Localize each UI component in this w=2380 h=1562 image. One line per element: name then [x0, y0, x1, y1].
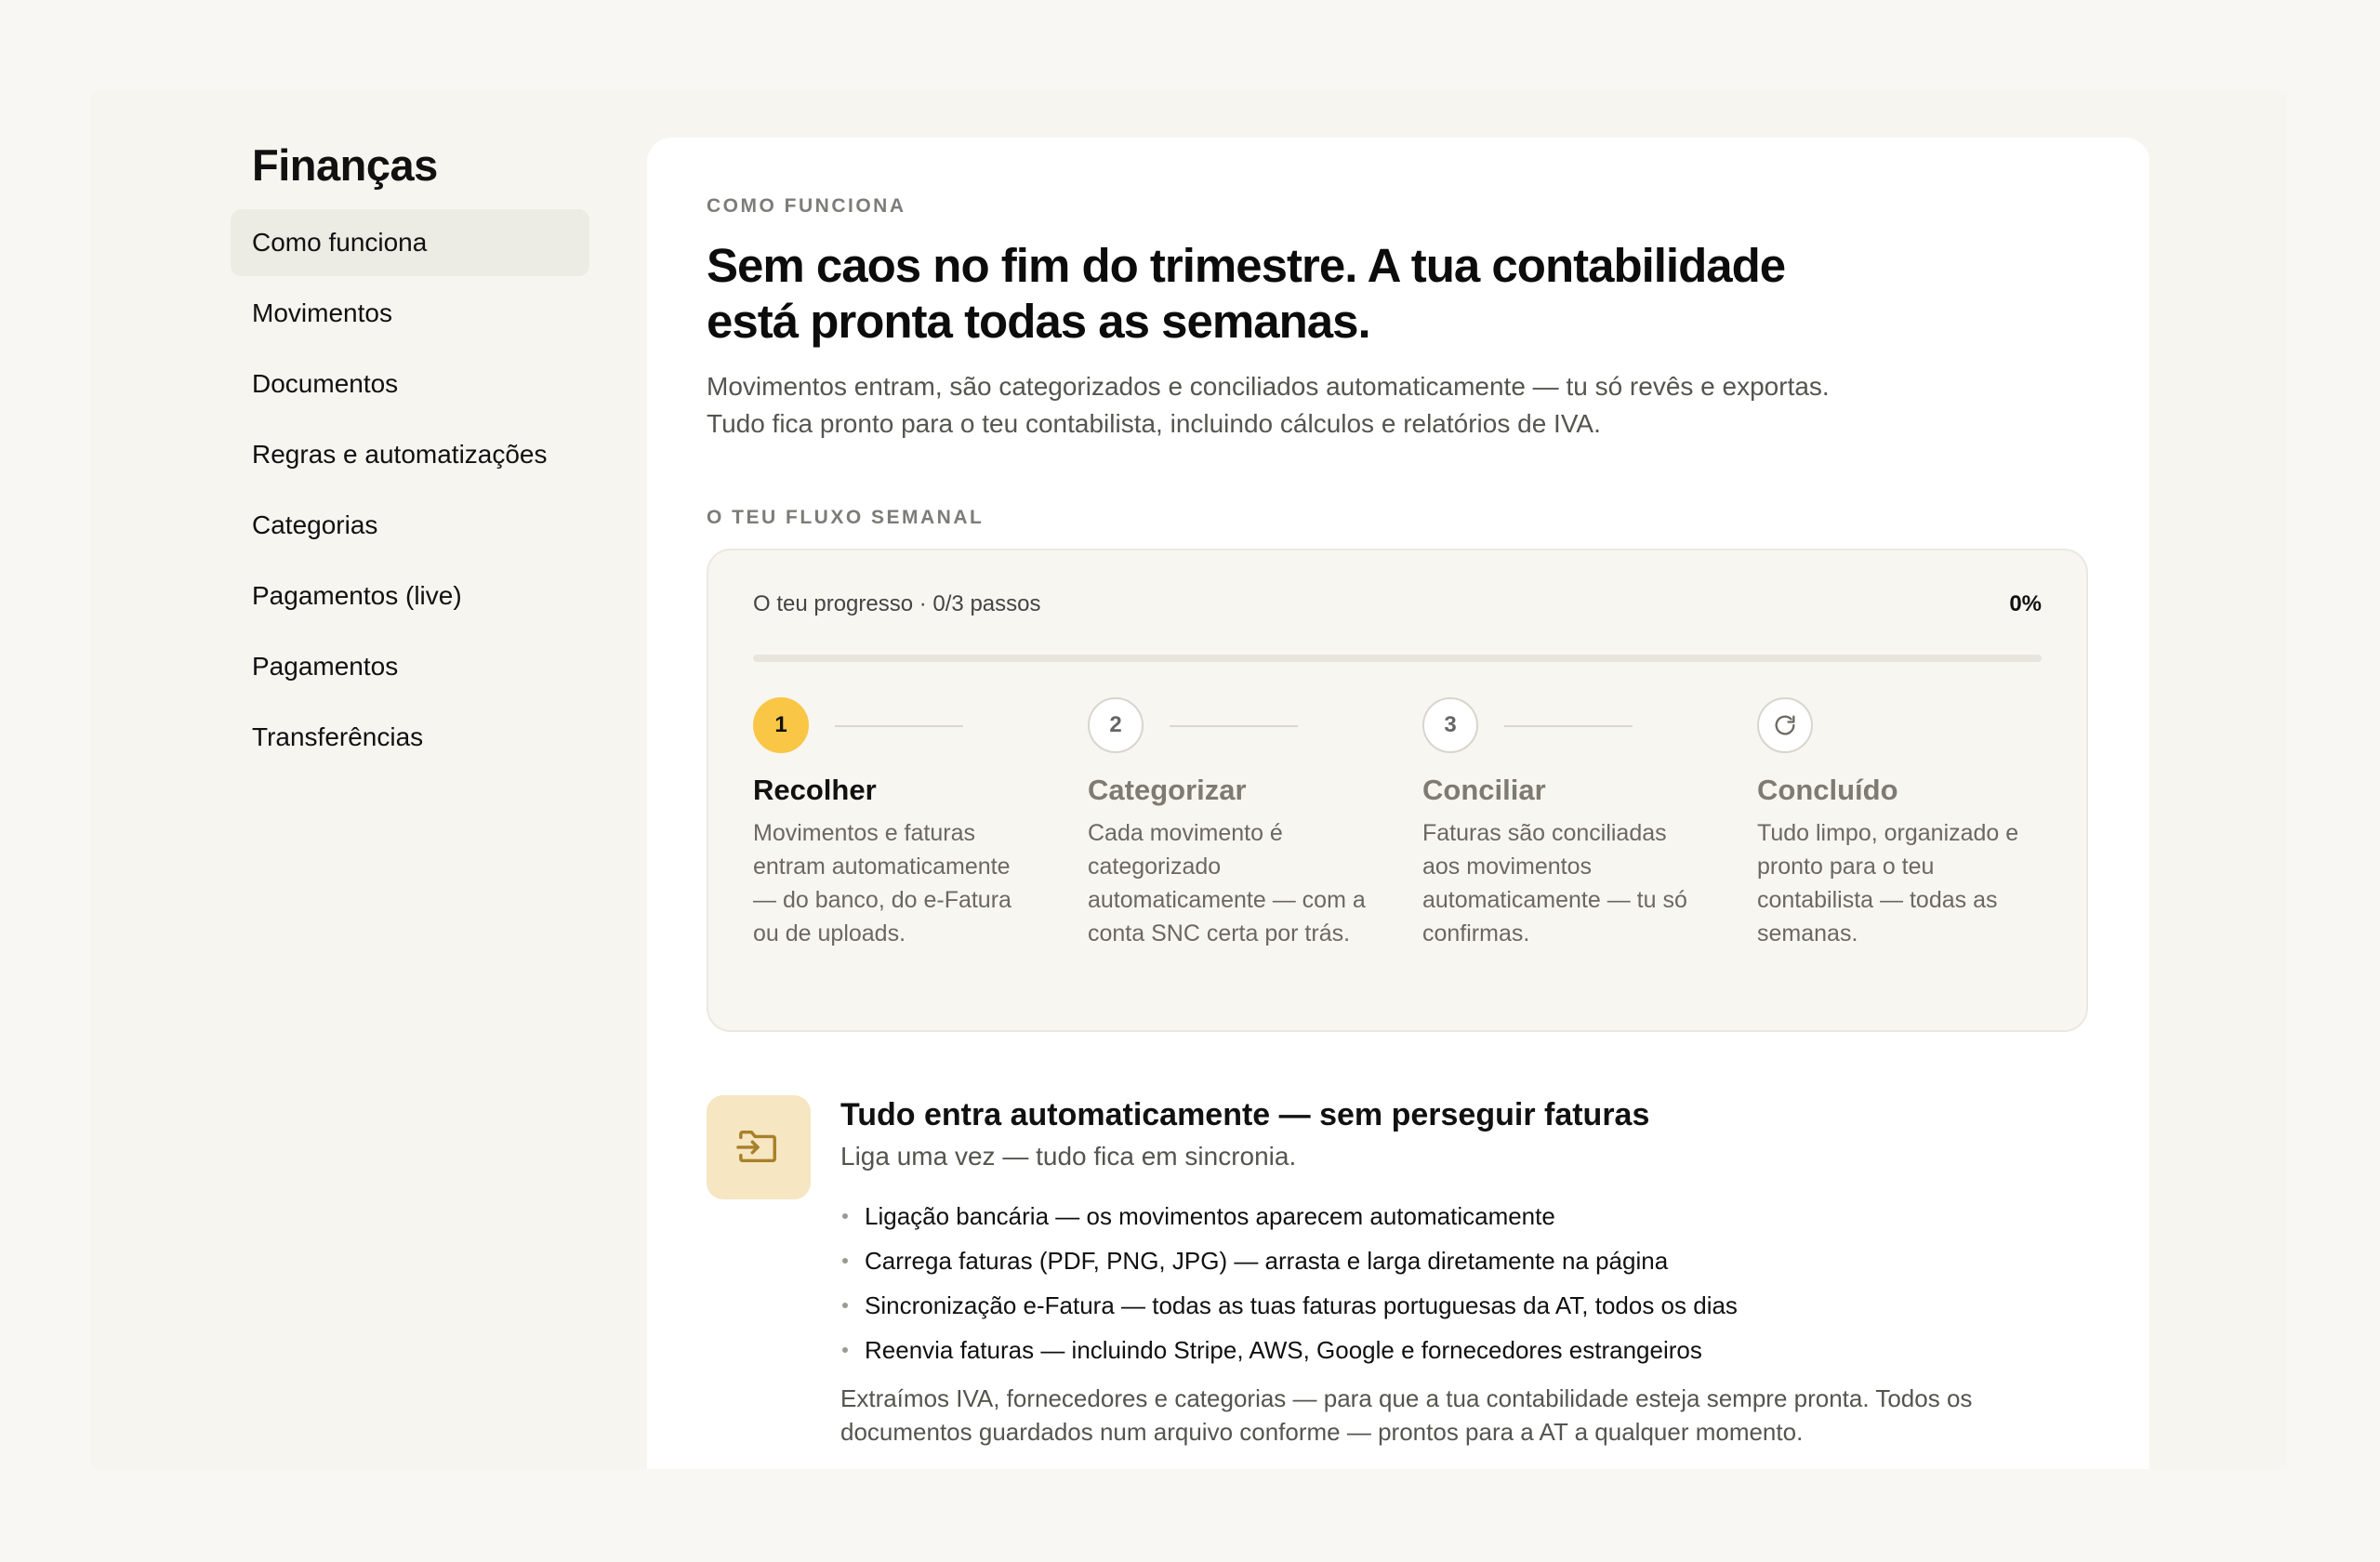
folder-import-icon — [707, 1095, 811, 1199]
sidebar-item-pagamentos[interactable]: Pagamentos — [231, 633, 589, 700]
step-title: Recolher — [753, 774, 877, 806]
step-number: 1 — [753, 697, 809, 753]
page-subtitle-line-2: Tudo fica pronto para o teu contabilista… — [707, 409, 1601, 438]
page-title: Sem caos no fim do trimestre. A tua cont… — [707, 238, 1869, 350]
step-title: Categorizar — [1088, 774, 1247, 806]
list-item: Ligação bancária — os movimentos aparece… — [840, 1194, 2088, 1238]
page-title-line-2: está pronta todas as semanas. — [707, 295, 1371, 348]
step-description: Faturas são conciliadas aos movimentos a… — [1422, 820, 1687, 946]
sidebar-title: Finanças — [252, 140, 438, 190]
step-title: Concluído — [1757, 774, 1898, 806]
step-number: 3 — [1422, 697, 1478, 753]
progress-label: O teu progresso · 0/3 passos — [753, 591, 1041, 616]
page-subtitle-line-1: Movimentos entram, são categorizados e c… — [707, 372, 1830, 401]
feature-list: Ligação bancária — os movimentos aparece… — [840, 1194, 2088, 1372]
main-card: COMO FUNCIONA Sem caos no fim do trimest… — [647, 138, 2149, 1469]
step-recolher[interactable]: 1 Recolher Movimentos e faturas entram a… — [753, 697, 1032, 946]
refresh-icon — [1757, 697, 1813, 753]
list-item: Sincronização e-Fatura — todas as tuas f… — [840, 1283, 2088, 1328]
steps: 1 Recolher Movimentos e faturas entram a… — [753, 697, 2051, 1013]
sidebar-item-documentos[interactable]: Documentos — [231, 351, 589, 417]
section-eyebrow: COMO FUNCIONA — [707, 195, 906, 217]
page-subtitle: Movimentos entram, são categorizados e c… — [707, 368, 1915, 443]
sidebar-item-regras[interactable]: Regras e automatizações — [231, 421, 589, 488]
feature-note: Extraímos IVA, fornecedores e categorias… — [840, 1384, 1973, 1446]
step-concluido[interactable]: Concluído Tudo limpo, organizado e pront… — [1757, 697, 2036, 946]
step-description: Cada movimento é categorizado automatica… — [1088, 820, 1366, 946]
step-description: Movimentos e faturas entram automaticame… — [753, 820, 1012, 946]
step-description: Tudo limpo, organizado e pronto para o t… — [1757, 820, 2019, 946]
feature-title: Tudo entra automaticamente — sem persegu… — [840, 1097, 1650, 1132]
app-frame: Finanças Como funciona Movimentos Docume… — [91, 91, 2287, 1469]
progress-percent: 0% — [2009, 591, 2042, 616]
sidebar-item-categorias[interactable]: Categorias — [231, 492, 589, 559]
list-item: Carrega faturas (PDF, PNG, JPG) — arrast… — [840, 1238, 2088, 1283]
step-title: Conciliar — [1422, 774, 1546, 806]
progress-bar — [753, 655, 2042, 662]
step-number: 2 — [1088, 697, 1144, 753]
flow-eyebrow: O TEU FLUXO SEMANAL — [707, 507, 985, 528]
page-title-line-1: Sem caos no fim do trimestre. A tua cont… — [707, 239, 1786, 292]
step-conciliar[interactable]: 3 Conciliar Faturas são conciliadas aos … — [1422, 697, 1701, 946]
step-categorizar[interactable]: 2 Categorizar Cada movimento é categoriz… — [1088, 697, 1367, 946]
progress-header: O teu progresso · 0/3 passos 0% — [753, 591, 2042, 619]
sidebar-item-pagamentos-live[interactable]: Pagamentos (live) — [231, 563, 589, 629]
progress-card: O teu progresso · 0/3 passos 0% 1 Recolh… — [707, 549, 2088, 1032]
sidebar-item-movimentos[interactable]: Movimentos — [231, 280, 589, 347]
feature-subtitle: Liga uma vez — tudo fica em sincronia. — [840, 1142, 1297, 1171]
sidebar-item-transferencias[interactable]: Transferências — [231, 704, 589, 771]
feature-body: Tudo entra automaticamente — sem persegu… — [840, 1095, 2088, 1449]
list-item: Reenvia faturas — incluindo Stripe, AWS,… — [840, 1328, 2088, 1372]
sidebar: Finanças Como funciona Movimentos Docume… — [231, 139, 589, 774]
sidebar-item-como-funciona[interactable]: Como funciona — [231, 209, 589, 276]
